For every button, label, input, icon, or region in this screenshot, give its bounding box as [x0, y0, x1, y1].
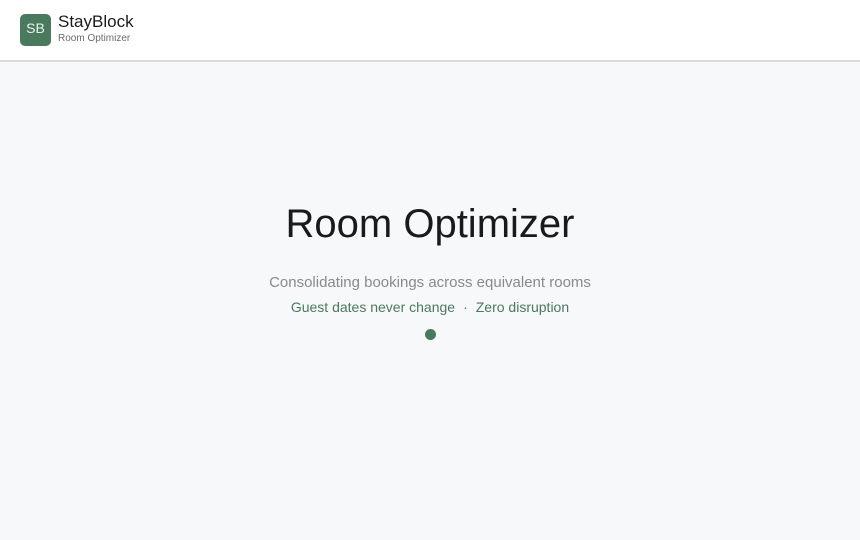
brand-subtitle: Room Optimizer: [58, 33, 131, 44]
status-message: Consolidating bookings across equivalent…: [269, 274, 591, 291]
tagline-zero-disruption: Zero disruption: [475, 299, 570, 315]
brand-name: StayBlock: [58, 12, 134, 31]
tagline-guest-dates: Guest dates never change: [290, 299, 456, 315]
app-header: SB StayBlock Room Optimizer: [0, 0, 860, 62]
app-logo: SB: [20, 14, 51, 46]
loading-dot-icon: [425, 329, 436, 340]
tagline: Guest dates never change · Zero disruption: [0, 299, 860, 316]
page-title: Room Optimizer: [285, 202, 575, 246]
loading-screen: Room Optimizer Consolidating bookings ac…: [0, 64, 860, 540]
tagline-separator: ·: [463, 299, 468, 315]
